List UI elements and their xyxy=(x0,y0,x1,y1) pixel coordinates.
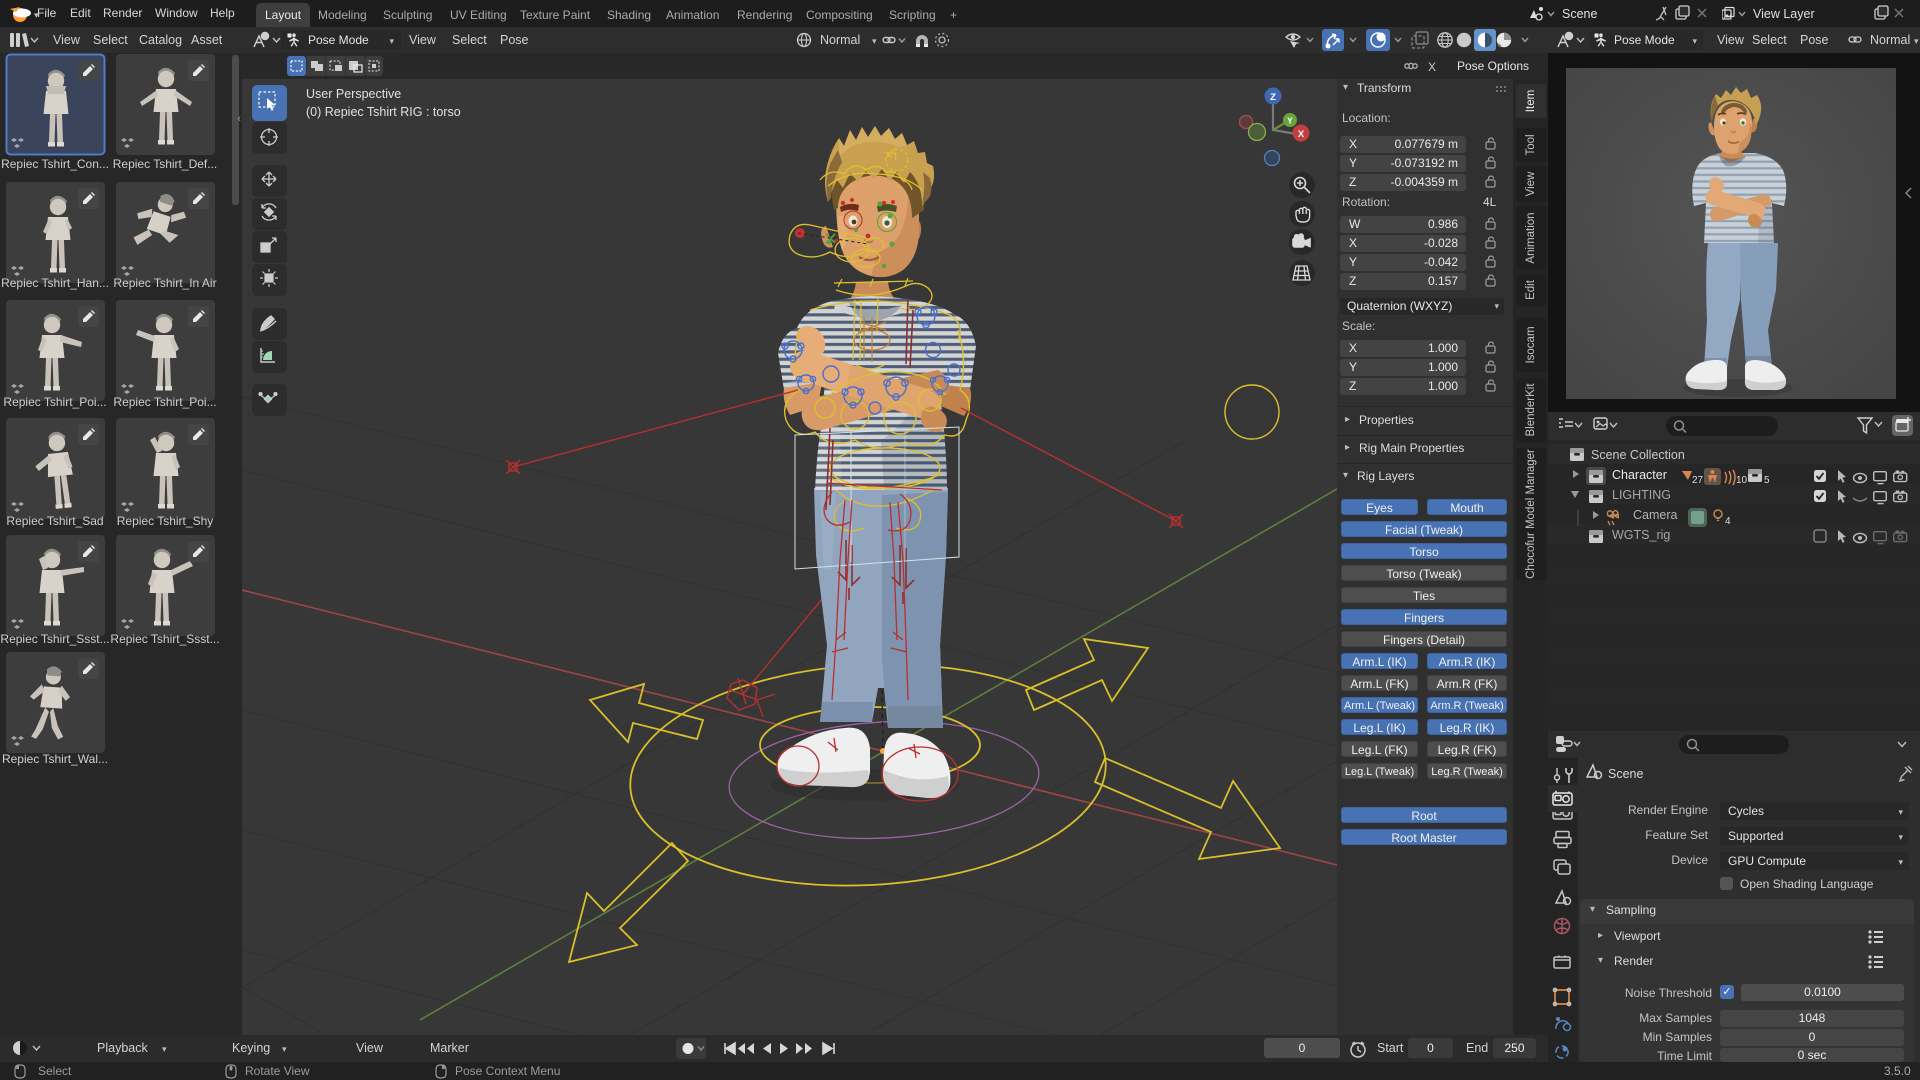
svg-text:Camera: Camera xyxy=(1633,508,1678,522)
svg-text:Scene: Scene xyxy=(1608,767,1643,781)
svg-text:10: 10 xyxy=(1736,475,1748,486)
svg-text:Scene: Scene xyxy=(1562,7,1597,21)
svg-text:Character: Character xyxy=(1612,468,1667,482)
svg-text:5: 5 xyxy=(1764,475,1770,486)
svg-text:LIGHTING: LIGHTING xyxy=(1612,488,1671,502)
svg-text:Scene Collection: Scene Collection xyxy=(1591,448,1685,462)
svg-text:27: 27 xyxy=(1692,475,1704,486)
svg-text:X: X xyxy=(1428,60,1436,74)
svg-text:Y: Y xyxy=(1287,116,1293,126)
svg-text:WGTS_rig: WGTS_rig xyxy=(1612,528,1670,542)
svg-text:Z: Z xyxy=(1270,92,1276,103)
svg-text:X: X xyxy=(1298,129,1305,140)
svg-text:4: 4 xyxy=(1725,516,1731,527)
svg-text:View Layer: View Layer xyxy=(1753,7,1815,21)
